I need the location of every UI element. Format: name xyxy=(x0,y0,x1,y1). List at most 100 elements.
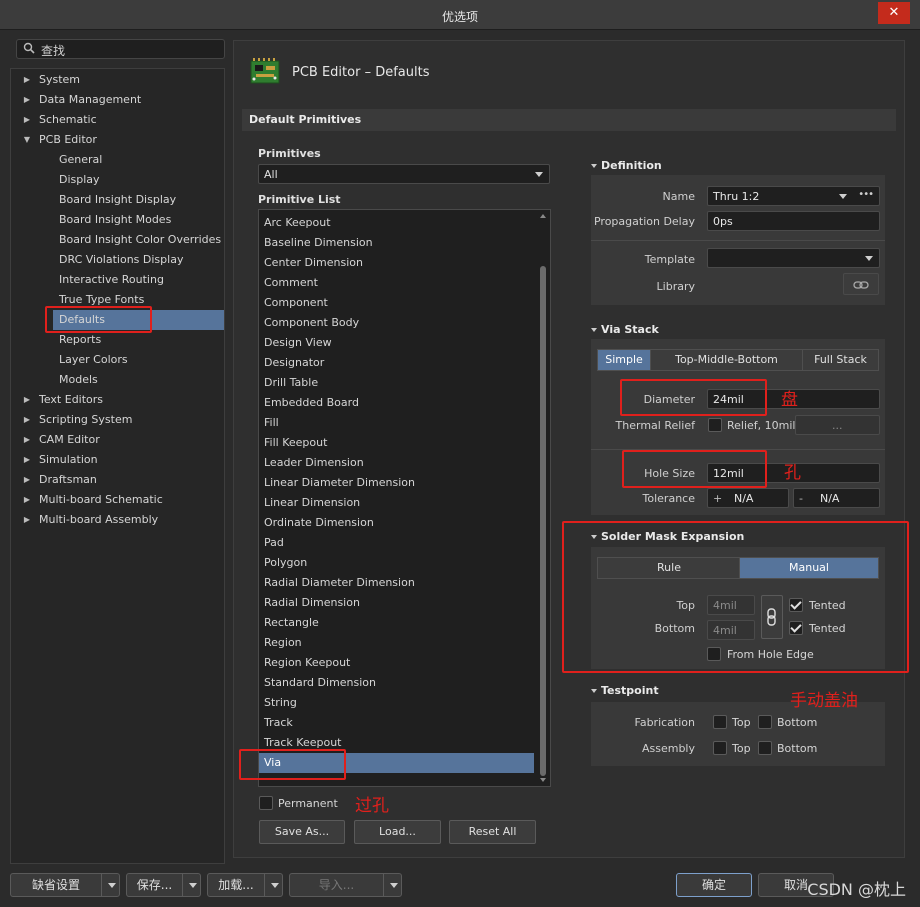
tolerance-minus-input[interactable]: - N/A xyxy=(793,488,880,508)
chevron-down-icon[interactable] xyxy=(839,194,847,199)
list-item[interactable]: Baseline Dimension xyxy=(259,233,534,253)
list-item[interactable]: Drill Table xyxy=(259,373,534,393)
load-menu-button[interactable]: 加载... xyxy=(207,873,283,897)
chevron-right-icon[interactable]: ▶ xyxy=(21,410,33,430)
chevron-right-icon[interactable]: ▶ xyxy=(21,510,33,530)
list-item[interactable]: Design View xyxy=(259,333,534,353)
list-scrollbar[interactable] xyxy=(538,212,548,784)
list-item[interactable]: Rectangle xyxy=(259,613,534,633)
name-select[interactable]: Thru 1:2 ••• xyxy=(707,186,880,206)
scroll-up-icon[interactable] xyxy=(540,214,546,218)
list-item[interactable]: Embedded Board xyxy=(259,393,534,413)
chevron-down-icon[interactable]: ▼ xyxy=(21,130,33,150)
primitive-list[interactable]: Via Track Keepout Track String Standard Dime… xyxy=(258,209,551,787)
chevron-right-icon[interactable]: ▶ xyxy=(21,450,33,470)
chevron-down-icon[interactable] xyxy=(182,874,202,896)
tolerance-plus-input[interactable]: + N/A xyxy=(707,488,789,508)
import-button-label: 导入... xyxy=(318,878,355,892)
list-item[interactable]: Standard Dimension xyxy=(259,673,534,693)
primitives-select[interactable]: All xyxy=(258,164,550,184)
ok-button[interactable]: 确定 xyxy=(676,873,752,897)
tree-item-data-management[interactable]: ▶ Data Management xyxy=(11,90,224,110)
chevron-down-icon[interactable] xyxy=(383,874,403,896)
tree-item-schematic[interactable]: ▶ Schematic xyxy=(11,110,224,130)
list-item[interactable]: Radial Dimension xyxy=(259,593,534,613)
assembly-top-checkbox[interactable] xyxy=(713,741,727,755)
scroll-thumb[interactable] xyxy=(540,266,546,776)
reset-all-button[interactable]: Reset All xyxy=(449,820,536,844)
tree-item-cam-editor[interactable]: ▶ CAM Editor xyxy=(11,430,224,450)
tree-item-board-insight-modes[interactable]: Board Insight Modes xyxy=(53,210,224,230)
tab-simple[interactable]: Simple xyxy=(597,349,651,371)
list-item[interactable]: Component xyxy=(259,293,534,313)
search-input[interactable]: 查找 xyxy=(16,39,225,59)
link-icon[interactable] xyxy=(843,273,879,295)
more-icon[interactable]: ••• xyxy=(858,189,874,200)
list-item[interactable]: Linear Diameter Dimension xyxy=(259,473,534,493)
list-item[interactable]: Radial Diameter Dimension xyxy=(259,573,534,593)
list-item[interactable]: Track xyxy=(259,713,534,733)
list-item[interactable]: Region Keepout xyxy=(259,653,534,673)
chevron-right-icon[interactable]: ▶ xyxy=(21,430,33,450)
list-item[interactable]: Leader Dimension xyxy=(259,453,534,473)
list-item[interactable]: Region xyxy=(259,633,534,653)
assembly-bottom-checkbox[interactable] xyxy=(758,741,772,755)
list-item[interactable]: Designator xyxy=(259,353,534,373)
close-button[interactable]: ✕ xyxy=(878,2,910,24)
tree-item-multi-board-assembly[interactable]: ▶ Multi-board Assembly xyxy=(11,510,224,530)
list-item[interactable]: String xyxy=(259,693,534,713)
page-title: PCB Editor – Defaults xyxy=(292,65,430,80)
tree-item-board-insight-display[interactable]: Board Insight Display xyxy=(53,190,224,210)
list-item[interactable]: Component Body xyxy=(259,313,534,333)
list-item[interactable]: Center Dimension xyxy=(259,253,534,273)
thermal-relief-button[interactable]: ... xyxy=(795,415,880,435)
list-item[interactable]: Arc Keepout xyxy=(259,213,534,233)
tree-item-board-insight-color-overrides[interactable]: Board Insight Color Overrides xyxy=(53,230,224,250)
tree-item-interactive-routing[interactable]: Interactive Routing xyxy=(53,270,224,290)
chevron-right-icon[interactable]: ▶ xyxy=(21,490,33,510)
chevron-down-icon[interactable] xyxy=(101,874,121,896)
tree-item-scripting-system[interactable]: ▶ Scripting System xyxy=(11,410,224,430)
preferences-tree[interactable]: ▶ System ▶ Data Management ▶ Schematic ▼ PCB Ed… xyxy=(10,68,225,864)
list-item[interactable]: Comment xyxy=(259,273,534,293)
chevron-down-icon[interactable] xyxy=(264,874,284,896)
chevron-right-icon[interactable]: ▶ xyxy=(21,390,33,410)
chevron-right-icon[interactable]: ▶ xyxy=(21,90,33,110)
save-button[interactable]: 保存... xyxy=(126,873,201,897)
permanent-checkbox[interactable] xyxy=(259,796,273,810)
thermal-relief-checkbox[interactable] xyxy=(708,418,722,432)
tree-item-system[interactable]: ▶ System xyxy=(11,70,224,90)
tree-item-pcb-editor[interactable]: ▼ PCB Editor xyxy=(11,130,224,150)
tree-item-display[interactable]: Display xyxy=(53,170,224,190)
tree-item-layer-colors[interactable]: Layer Colors xyxy=(53,350,224,370)
tree-item-models[interactable]: Models xyxy=(53,370,224,390)
save-as-button[interactable]: Save As... xyxy=(259,820,345,844)
propagation-delay-input[interactable]: 0ps xyxy=(707,211,880,231)
list-item[interactable]: Fill xyxy=(259,413,534,433)
tab-top-middle-bottom[interactable]: Top-Middle-Bottom xyxy=(650,349,803,371)
annotation-box-via xyxy=(239,749,346,780)
tree-item-reports[interactable]: Reports xyxy=(53,330,224,350)
chevron-right-icon[interactable]: ▶ xyxy=(21,70,33,90)
fabrication-top-checkbox[interactable] xyxy=(713,715,727,729)
fabrication-bottom-checkbox[interactable] xyxy=(758,715,772,729)
tree-item-drc-violations-display[interactable]: DRC Violations Display xyxy=(53,250,224,270)
template-select[interactable] xyxy=(707,248,880,268)
tree-item-text-editors[interactable]: ▶ Text Editors xyxy=(11,390,224,410)
list-item[interactable]: Pad xyxy=(259,533,534,553)
load-button[interactable]: Load... xyxy=(354,820,441,844)
list-item[interactable]: Linear Dimension xyxy=(259,493,534,513)
list-item[interactable]: Ordinate Dimension xyxy=(259,513,534,533)
scroll-down-icon[interactable] xyxy=(540,778,546,782)
tree-item-multi-board-schematic[interactable]: ▶ Multi-board Schematic xyxy=(11,490,224,510)
chevron-right-icon[interactable]: ▶ xyxy=(21,110,33,130)
list-item[interactable]: Polygon xyxy=(259,553,534,573)
list-item[interactable]: Fill Keepout xyxy=(259,433,534,453)
import-button[interactable]: 导入... xyxy=(289,873,402,897)
tab-full-stack[interactable]: Full Stack xyxy=(802,349,879,371)
defaults-button[interactable]: 缺省设置 xyxy=(10,873,120,897)
tree-item-simulation[interactable]: ▶ Simulation xyxy=(11,450,224,470)
tree-item-draftsman[interactable]: ▶ Draftsman xyxy=(11,470,224,490)
tree-item-general[interactable]: General xyxy=(53,150,224,170)
chevron-right-icon[interactable]: ▶ xyxy=(21,470,33,490)
